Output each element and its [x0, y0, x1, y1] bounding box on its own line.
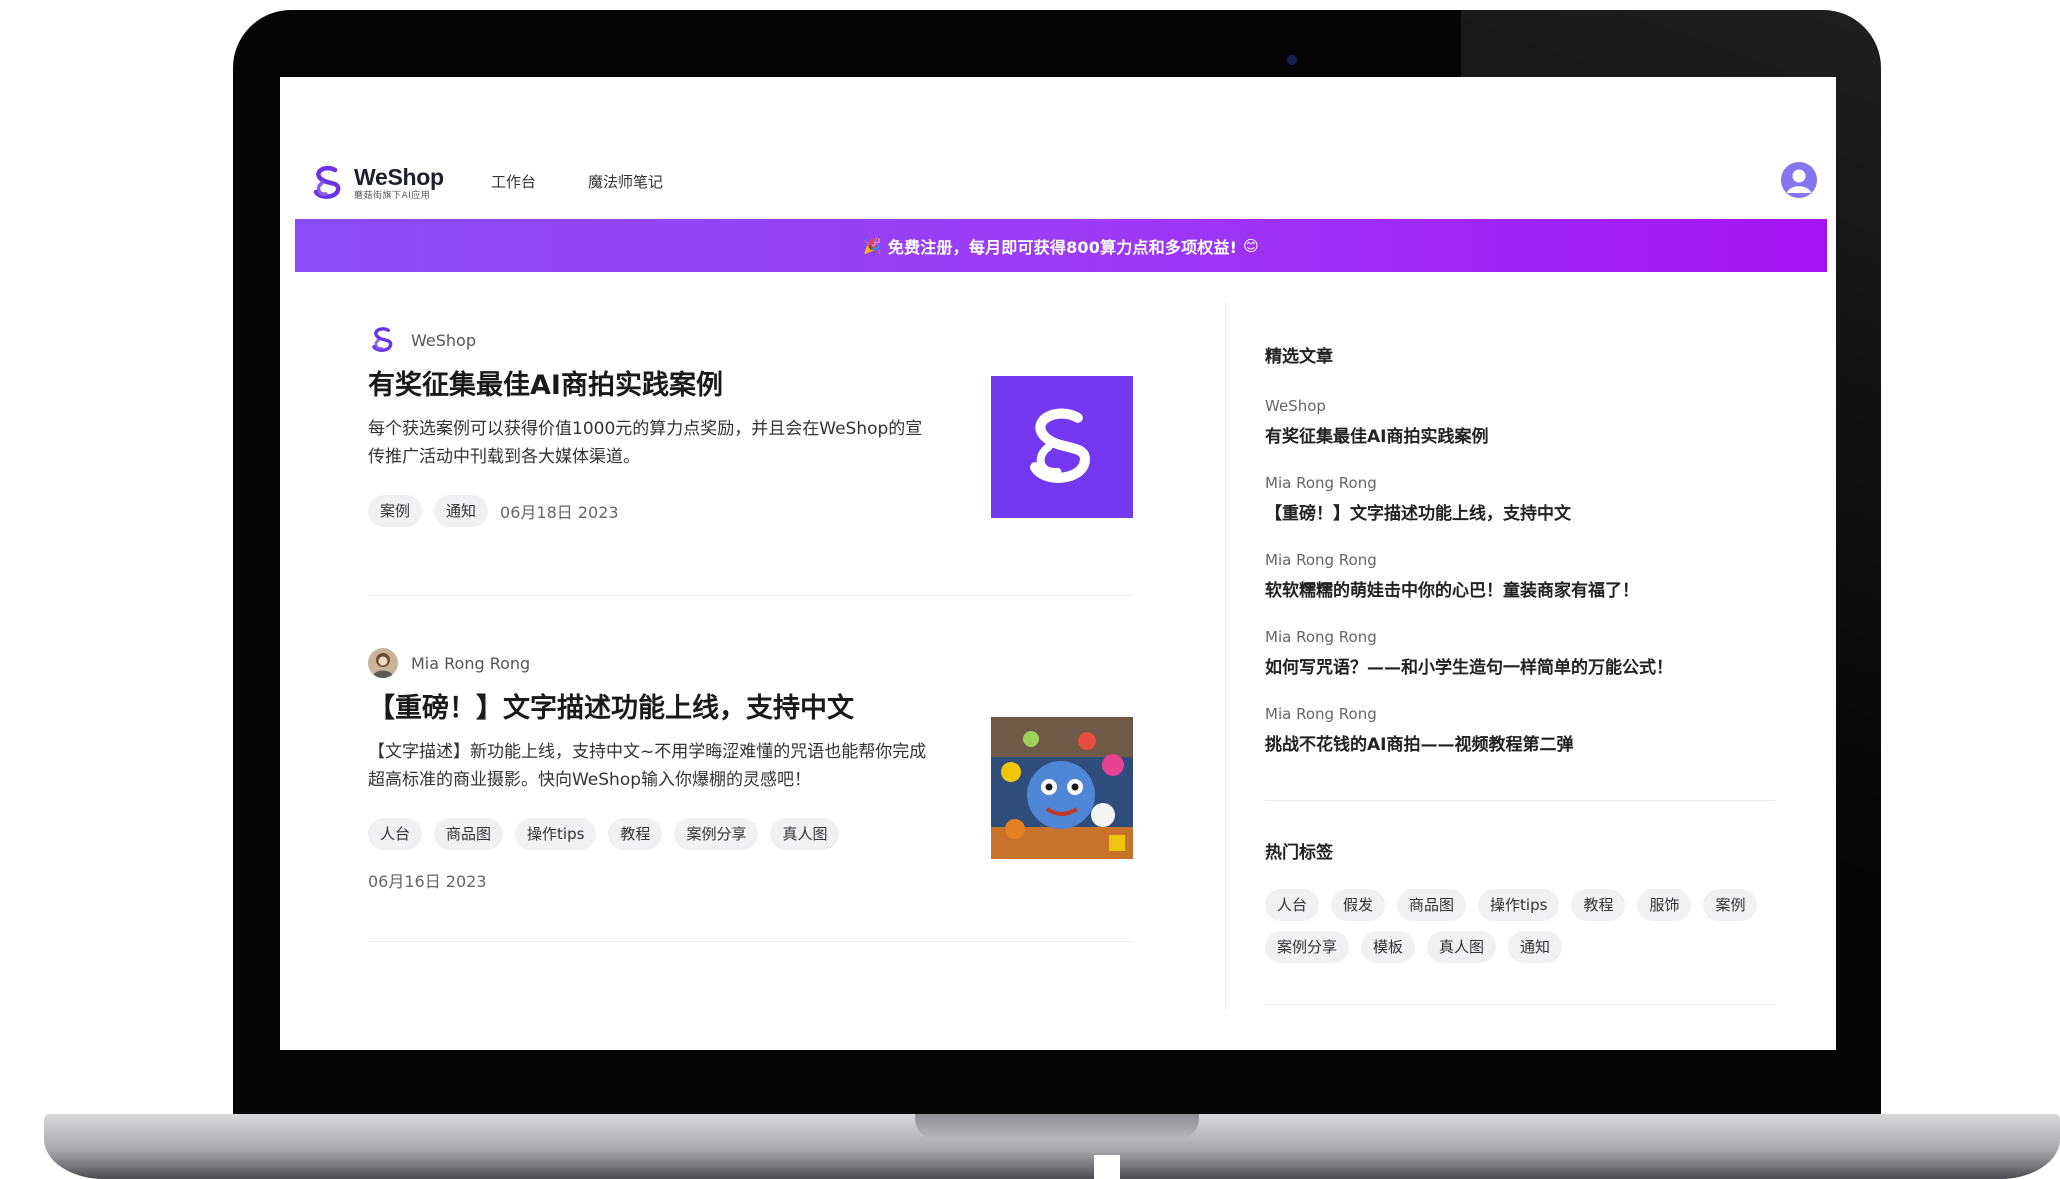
article-author: WeShop: [368, 324, 1133, 356]
popular-tag[interactable]: 商品图: [1397, 889, 1467, 921]
featured-articles-heading: 精选文章: [1265, 347, 1333, 367]
article-thumbnail[interactable]: [991, 717, 1133, 859]
featured-article-title[interactable]: 【重磅！】文字描述功能上线，支持中文: [1265, 503, 1775, 525]
article-thumbnail[interactable]: [991, 376, 1133, 518]
popular-tag[interactable]: 案例: [1703, 889, 1758, 921]
featured-article[interactable]: WeShop 有奖征集最佳AI商拍实践案例: [1265, 396, 1775, 473]
weshop-logo-icon: [313, 165, 341, 199]
article-tag[interactable]: 案例: [368, 495, 423, 528]
smile-icon: 😊: [1243, 236, 1260, 255]
featured-article-title[interactable]: 软软糯糯的萌娃击中你的心巴！童装商家有福了！: [1265, 580, 1775, 602]
popular-tag[interactable]: 通知: [1508, 931, 1563, 963]
logo-wordmark: WeShop: [354, 163, 444, 190]
popular-tag[interactable]: 操作tips: [1478, 889, 1560, 921]
featured-article-author: Mia Rong Rong: [1265, 474, 1377, 492]
browser-screen: WeShop 蘑菇街旗下AI应用 工作台 魔法师笔记 🎉 免费注册，每月即可获得…: [280, 77, 1836, 1050]
laptop-opening-notch: [915, 1114, 1199, 1140]
featured-article-author: Mia Rong Rong: [1265, 705, 1377, 723]
user-icon: [1781, 162, 1817, 198]
user-avatar[interactable]: [1781, 162, 1817, 198]
popular-tags-heading: 热门标签: [1265, 843, 1333, 863]
article-description: 【文字描述】新功能上线，支持中文~不用学晦涩难懂的咒语也能帮你完成超高标准的商业…: [368, 742, 927, 791]
camera-dot: [1287, 55, 1297, 65]
weshop-thumbnail-icon: [1029, 408, 1090, 483]
article-tag[interactable]: 案例分享: [674, 818, 759, 851]
sidebar-divider: [1265, 800, 1775, 801]
top-nav: WeShop 蘑菇街旗下AI应用 工作台 魔法师笔记: [280, 157, 1836, 217]
featured-article-title[interactable]: 有奖征集最佳AI商拍实践案例: [1265, 426, 1775, 448]
article-description: 每个获选案例可以获得价值1000元的算力点奖励，并且会在WeShop的宣传推广活…: [368, 419, 923, 468]
base-highlight: [1094, 1155, 1120, 1179]
featured-article[interactable]: Mia Rong Rong 软软糯糯的萌娃击中你的心巴！童装商家有福了！: [1265, 550, 1775, 627]
article-tag[interactable]: 教程: [608, 818, 663, 851]
featured-article[interactable]: Mia Rong Rong 【重磅！】文字描述功能上线，支持中文: [1265, 473, 1775, 550]
popular-tag[interactable]: 案例分享: [1265, 931, 1350, 963]
logo-subtitle: 蘑菇街旗下AI应用: [354, 190, 431, 201]
article-tag[interactable]: 通知: [434, 495, 489, 528]
nav-link-notes[interactable]: 魔法师笔记: [588, 171, 663, 192]
promo-banner[interactable]: 🎉 免费注册，每月即可获得800算力点和多项权益! 😊: [295, 219, 1827, 272]
article-card[interactable]: Mia Rong Rong 【重磅！】文字描述功能上线，支持中文 【文字描述】新…: [368, 647, 1133, 942]
author-name[interactable]: WeShop: [411, 331, 476, 350]
article-list: WeShop 有奖征集最佳AI商拍实践案例 每个获选案例可以获得价值1000元的…: [280, 272, 1240, 1050]
featured-article[interactable]: Mia Rong Rong 挑战不花钱的AI商拍——视频教程第二弹: [1265, 704, 1775, 781]
article-tag[interactable]: 商品图: [434, 818, 504, 851]
featured-article-title[interactable]: 挑战不花钱的AI商拍——视频教程第二弹: [1265, 734, 1775, 756]
article-tag[interactable]: 真人图: [770, 818, 840, 851]
popular-tag[interactable]: 模板: [1361, 931, 1416, 963]
popular-tag[interactable]: 人台: [1265, 889, 1320, 921]
popular-tag[interactable]: 假发: [1331, 889, 1386, 921]
popular-tags: 人台 假发 商品图 操作tips 教程 服饰 案例 案例分享 模板 真人图 通知: [1265, 889, 1775, 963]
weshop-logo[interactable]: WeShop 蘑菇街旗下AI应用: [308, 161, 468, 205]
illustration-thumbnail: [991, 717, 1133, 859]
weshop-author-icon: [368, 325, 398, 355]
author-avatar: [368, 648, 398, 678]
featured-article[interactable]: Mia Rong Rong 如何写咒语？——和小学生造句一样简单的万能公式！: [1265, 627, 1775, 704]
featured-articles-list: WeShop 有奖征集最佳AI商拍实践案例 Mia Rong Rong 【重磅！…: [1265, 396, 1775, 781]
popular-tag[interactable]: 真人图: [1427, 931, 1497, 963]
nav-link-workbench[interactable]: 工作台: [491, 171, 536, 192]
party-icon: 🎉: [862, 236, 882, 255]
popular-tag[interactable]: 教程: [1571, 889, 1626, 921]
featured-article-author: Mia Rong Rong: [1265, 551, 1377, 569]
article-author: Mia Rong Rong: [368, 647, 1133, 679]
article-card[interactable]: WeShop 有奖征集最佳AI商拍实践案例 每个获选案例可以获得价值1000元的…: [368, 324, 1133, 596]
column-divider: [1225, 302, 1226, 1010]
featured-article-author: Mia Rong Rong: [1265, 628, 1377, 646]
promo-banner-text: 免费注册，每月即可获得800算力点和多项权益!: [887, 237, 1238, 257]
article-date: 06月16日 2023: [368, 872, 487, 892]
author-name[interactable]: Mia Rong Rong: [411, 654, 530, 673]
sidebar-divider: [1265, 1004, 1775, 1005]
article-date: 06月18日 2023: [500, 503, 619, 523]
featured-article-author: WeShop: [1265, 397, 1326, 415]
article-tag[interactable]: 操作tips: [515, 818, 597, 851]
featured-article-title[interactable]: 如何写咒语？——和小学生造句一样简单的万能公式！: [1265, 657, 1775, 679]
article-tag[interactable]: 人台: [368, 818, 423, 851]
popular-tag[interactable]: 服饰: [1637, 889, 1692, 921]
